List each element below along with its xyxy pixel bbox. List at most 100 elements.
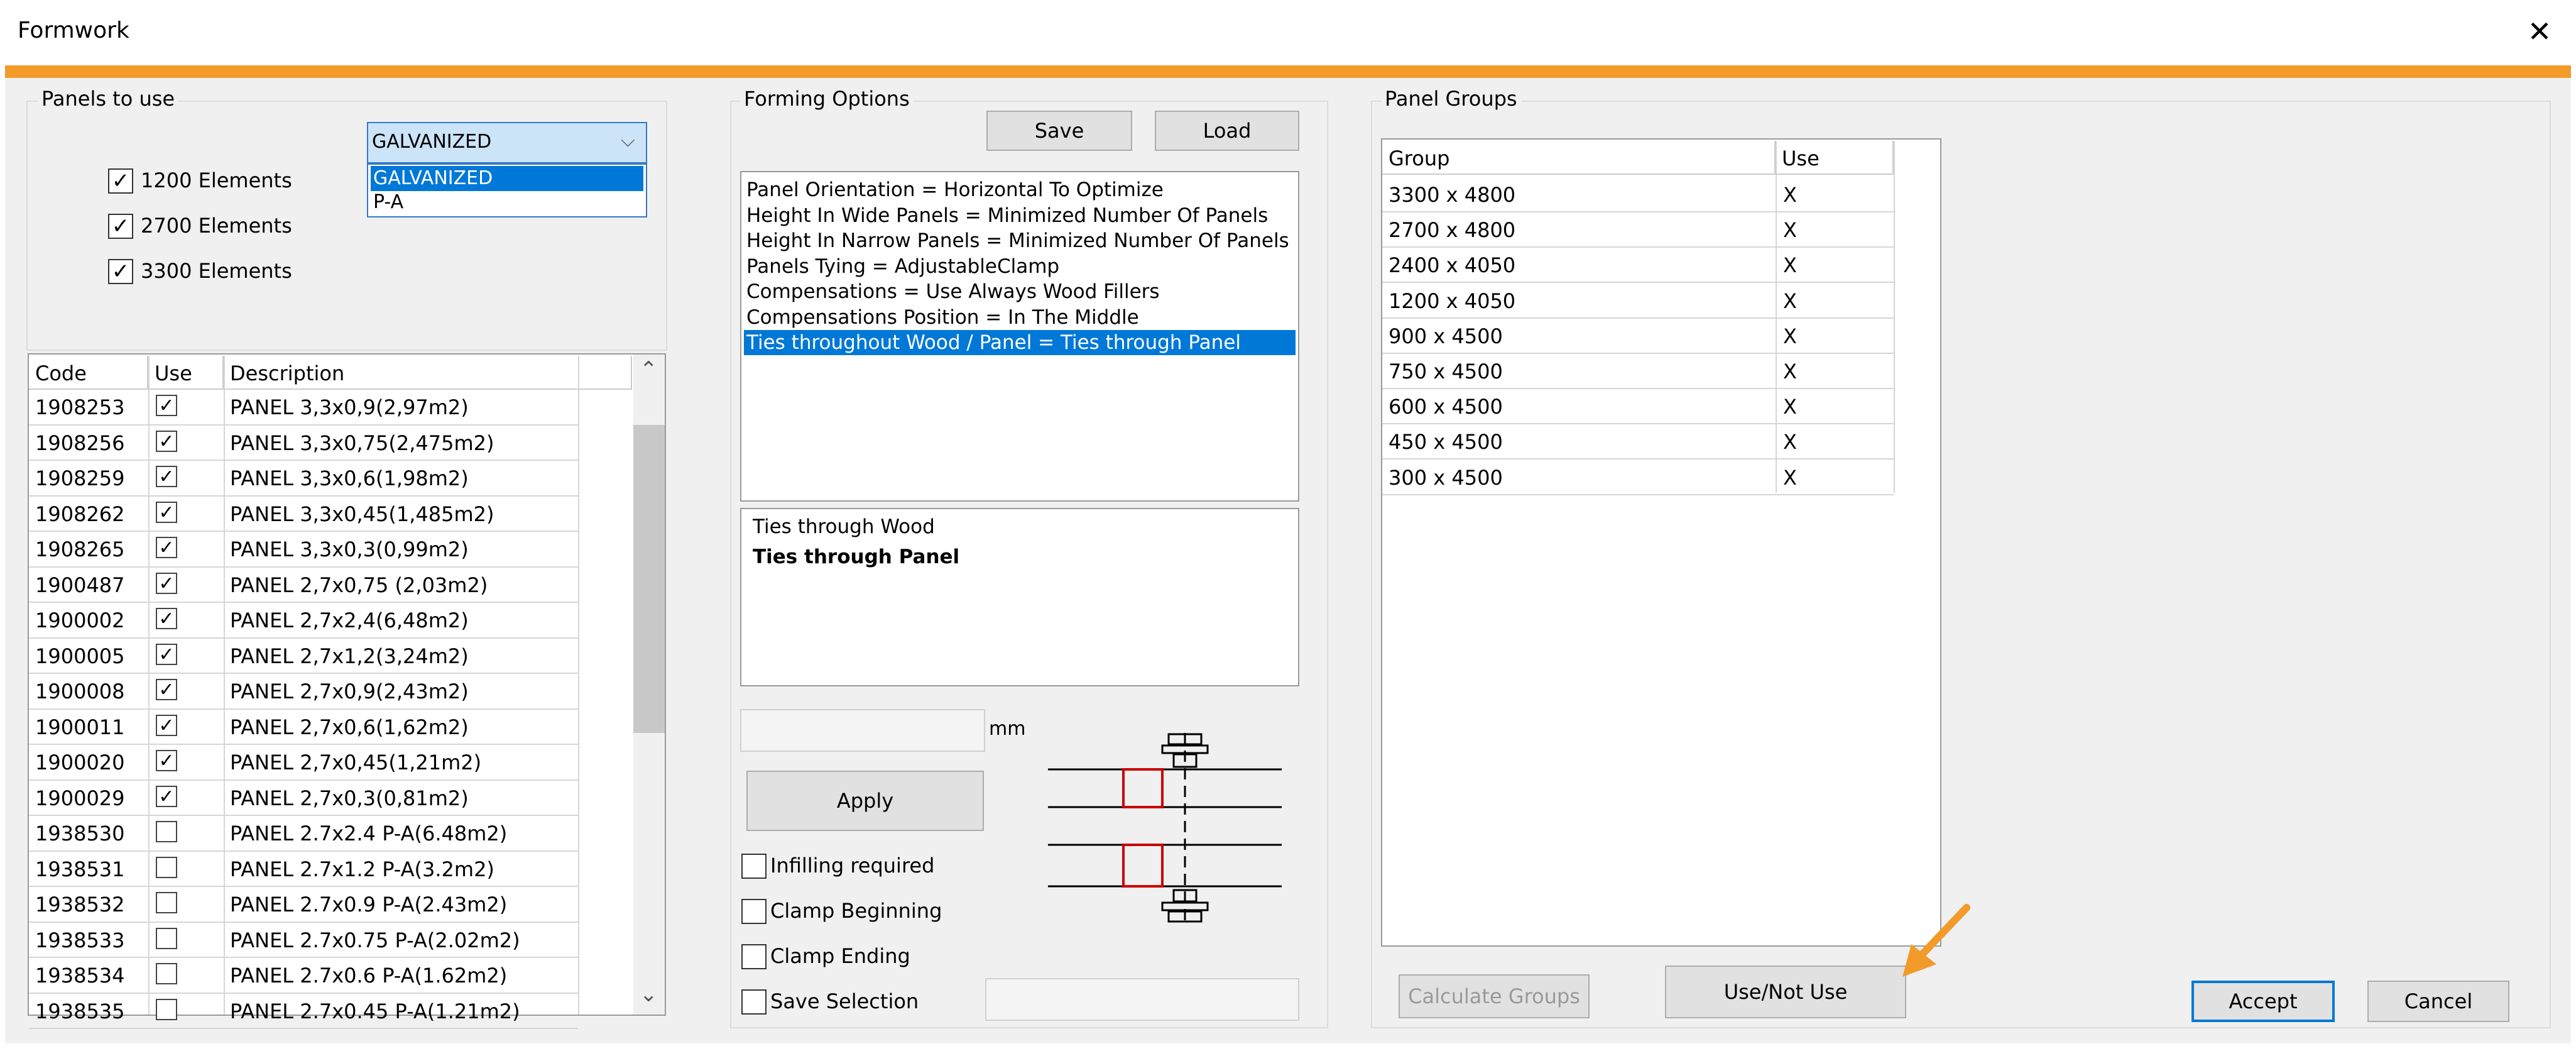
row-description: PANEL 3,3x0,9(2,97m2): [230, 395, 469, 419]
element-checkbox-label: 2700 Elements: [141, 214, 292, 238]
element-checkbox[interactable]: ✓: [108, 168, 133, 194]
row-use-checkbox[interactable]: [156, 998, 177, 1020]
row-description: PANEL 2,7x1,2(3,24m2): [230, 644, 469, 668]
element-checkbox-label: 3300 Elements: [141, 259, 292, 283]
scroll-down-icon[interactable]: ⌄: [640, 982, 658, 1007]
group-name: 2700 x 4800: [1389, 218, 1516, 243]
row-description: PANEL 2.7x0.6 P-A(1.62m2): [230, 964, 508, 988]
row-code: 1900029: [35, 786, 125, 810]
option-checkbox-label: Save Selection: [770, 989, 919, 1013]
calculate-groups-button[interactable]: Calculate Groups: [1399, 974, 1590, 1018]
row-code: 1938533: [35, 928, 125, 952]
mm-input[interactable]: [740, 709, 985, 752]
option-checkbox[interactable]: [741, 899, 767, 924]
row-code: 1900487: [35, 573, 125, 597]
forming-option-item-selected[interactable]: Ties throughout Wood / Panel = Ties thro…: [744, 330, 1296, 355]
row-code: 1900005: [35, 644, 125, 668]
row-use-checkbox[interactable]: ✓: [156, 466, 177, 487]
row-use-checkbox[interactable]: [156, 856, 177, 878]
option-checkbox[interactable]: [741, 854, 767, 879]
dropdown-option[interactable]: P-A: [371, 190, 643, 215]
save-selection-input[interactable]: [985, 978, 1299, 1021]
panels-table-header[interactable]: Description: [224, 356, 632, 390]
group-name: 750 x 4500: [1389, 360, 1503, 383]
row-use-checkbox[interactable]: [156, 892, 177, 913]
row-use-checkbox[interactable]: ✓: [156, 537, 177, 558]
chevron-down-icon[interactable]: ⌵: [621, 129, 635, 151]
row-use-checkbox[interactable]: ✓: [156, 750, 177, 771]
row-code: 1938531: [35, 857, 125, 881]
row-description: PANEL 3,3x0,3(0,99m2): [230, 537, 469, 561]
row-use-checkbox[interactable]: [156, 821, 177, 842]
option-checkbox-label: Clamp Beginning: [770, 899, 942, 923]
row-use-checkbox[interactable]: ✓: [156, 643, 177, 665]
panels-table-header[interactable]: Use: [148, 356, 224, 390]
annotation-arrow-icon: [1902, 904, 1970, 977]
row-description: PANEL 2,7x0,3(0,81m2): [230, 786, 469, 810]
forming-option-item[interactable]: Panel Orientation = Horizontal To Optimi…: [744, 177, 1296, 202]
row-description: PANEL 3,3x0,75(2,475m2): [230, 431, 494, 455]
row-description: PANEL 2,7x0,75 (2,03m2): [230, 573, 488, 597]
row-use-checkbox[interactable]: [156, 963, 177, 984]
row-description: PANEL 2.7x2.4 P-A(6.48m2): [230, 822, 508, 845]
group-name: 600 x 4500: [1389, 395, 1503, 419]
panels-table-header[interactable]: Code: [29, 356, 148, 390]
group-name: 300 x 4500: [1389, 465, 1503, 490]
column-divider: [1894, 141, 1895, 493]
dropdown-option[interactable]: GALVANIZED: [371, 166, 643, 191]
group-use: X: [1783, 430, 1797, 454]
groups-table-header[interactable]: Group: [1382, 141, 1776, 175]
save-button[interactable]: Save: [986, 111, 1132, 151]
element-checkbox[interactable]: ✓: [108, 259, 133, 284]
forming-option-item[interactable]: Compensations Position = In The Middle: [744, 305, 1296, 330]
panel-groups-label: Panel Groups: [1381, 87, 1521, 111]
cancel-button[interactable]: Cancel: [2367, 981, 2509, 1022]
row-code: 1908256: [35, 431, 125, 455]
group-name: 900 x 4500: [1389, 324, 1503, 348]
row-use-checkbox[interactable]: ✓: [156, 501, 177, 523]
scrollbar-thumb[interactable]: [633, 425, 665, 733]
row-code: 1900002: [35, 608, 125, 632]
row-use-checkbox[interactable]: ✓: [156, 395, 177, 416]
row-code: 1938534: [35, 964, 125, 988]
group-name: 2400 x 4050: [1389, 253, 1516, 278]
option-checkbox-label: Infilling required: [770, 854, 935, 878]
option-checkbox-label: Clamp Ending: [770, 944, 910, 968]
close-icon[interactable]: ✕: [2521, 13, 2558, 50]
row-code: 1938535: [35, 999, 125, 1023]
column-divider: [578, 356, 579, 1015]
option-value-item-selected[interactable]: Ties through Panel: [753, 546, 959, 568]
option-checkbox[interactable]: [741, 989, 767, 1015]
element-checkbox[interactable]: ✓: [108, 214, 133, 239]
row-description: PANEL 2,7x2,4(6,48m2): [230, 608, 469, 632]
window-title: Formwork: [18, 18, 129, 43]
forming-option-item[interactable]: Height In Narrow Panels = Minimized Numb…: [744, 228, 1296, 253]
option-value-item[interactable]: Ties through Wood: [753, 515, 935, 538]
forming-option-item[interactable]: Compensations = Use Always Wood Fillers: [744, 279, 1296, 304]
column-divider: [1776, 141, 1777, 493]
use-not-use-button[interactable]: Use/Not Use: [1665, 966, 1906, 1018]
row-description: PANEL 2,7x0,45(1,21m2): [230, 751, 482, 774]
row-use-checkbox[interactable]: ✓: [156, 679, 177, 700]
row-code: 1908253: [35, 395, 125, 419]
row-description: PANEL 2,7x0,6(1,62m2): [230, 715, 469, 739]
load-button[interactable]: Load: [1155, 111, 1299, 151]
row-code: 1938532: [35, 893, 125, 916]
row-use-checkbox[interactable]: [156, 927, 177, 949]
accept-button[interactable]: Accept: [2191, 981, 2335, 1022]
apply-button[interactable]: Apply: [746, 771, 984, 831]
row-use-checkbox[interactable]: ✓: [156, 714, 177, 736]
row-use-checkbox[interactable]: ✓: [156, 608, 177, 629]
mm-unit-label: mm: [989, 718, 1026, 740]
row-use-checkbox[interactable]: ✓: [156, 785, 177, 807]
scroll-up-icon[interactable]: ⌃: [640, 357, 658, 382]
groups-table-header[interactable]: Use: [1776, 141, 1894, 175]
option-checkbox[interactable]: [741, 944, 767, 969]
forming-option-item[interactable]: Height In Wide Panels = Minimized Number…: [744, 203, 1296, 228]
forming-option-item[interactable]: Panels Tying = AdjustableClamp: [744, 254, 1296, 279]
group-use: X: [1783, 289, 1797, 313]
group-use: X: [1783, 183, 1797, 207]
row-use-checkbox[interactable]: ✓: [156, 572, 177, 594]
row-divider: [1382, 493, 1894, 495]
row-use-checkbox[interactable]: ✓: [156, 430, 177, 452]
